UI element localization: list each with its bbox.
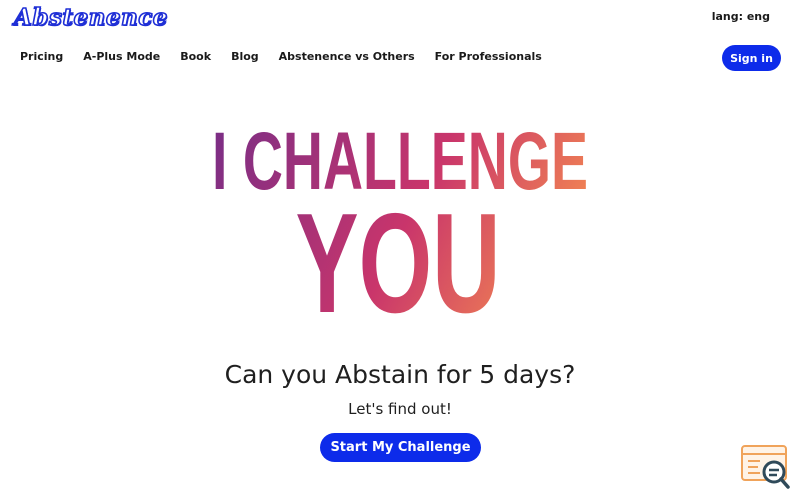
start-challenge-button[interactable]: Start My Challenge [320,433,481,462]
nav-item-blog[interactable]: Blog [231,50,259,63]
top-bar: Abstenence lang: eng [0,0,800,44]
hero-banner: I CHALLENGE YOU [0,112,800,322]
nav-item-for-professionals[interactable]: For Professionals [435,50,542,63]
challenge-subline: Let's find out! [348,400,452,418]
nav-item-a-plus-mode[interactable]: A-Plus Mode [83,50,160,63]
search-console-icon[interactable] [740,444,792,490]
nav-item-book[interactable]: Book [180,50,211,63]
sign-in-button[interactable]: Sign in [722,45,781,71]
hero-line-2: YOU [296,184,501,322]
nav-item-pricing[interactable]: Pricing [20,50,63,63]
main-nav: Pricing A-Plus Mode Book Blog Abstenence… [20,50,562,63]
site-logo[interactable]: Abstenence [13,3,168,32]
hero-title-graphic: I CHALLENGE YOU [212,116,588,322]
challenge-headline: Can you Abstain for 5 days? [224,360,576,389]
nav-item-abstenence-vs-others[interactable]: Abstenence vs Others [279,50,415,63]
language-selector[interactable]: lang: eng [712,10,770,23]
